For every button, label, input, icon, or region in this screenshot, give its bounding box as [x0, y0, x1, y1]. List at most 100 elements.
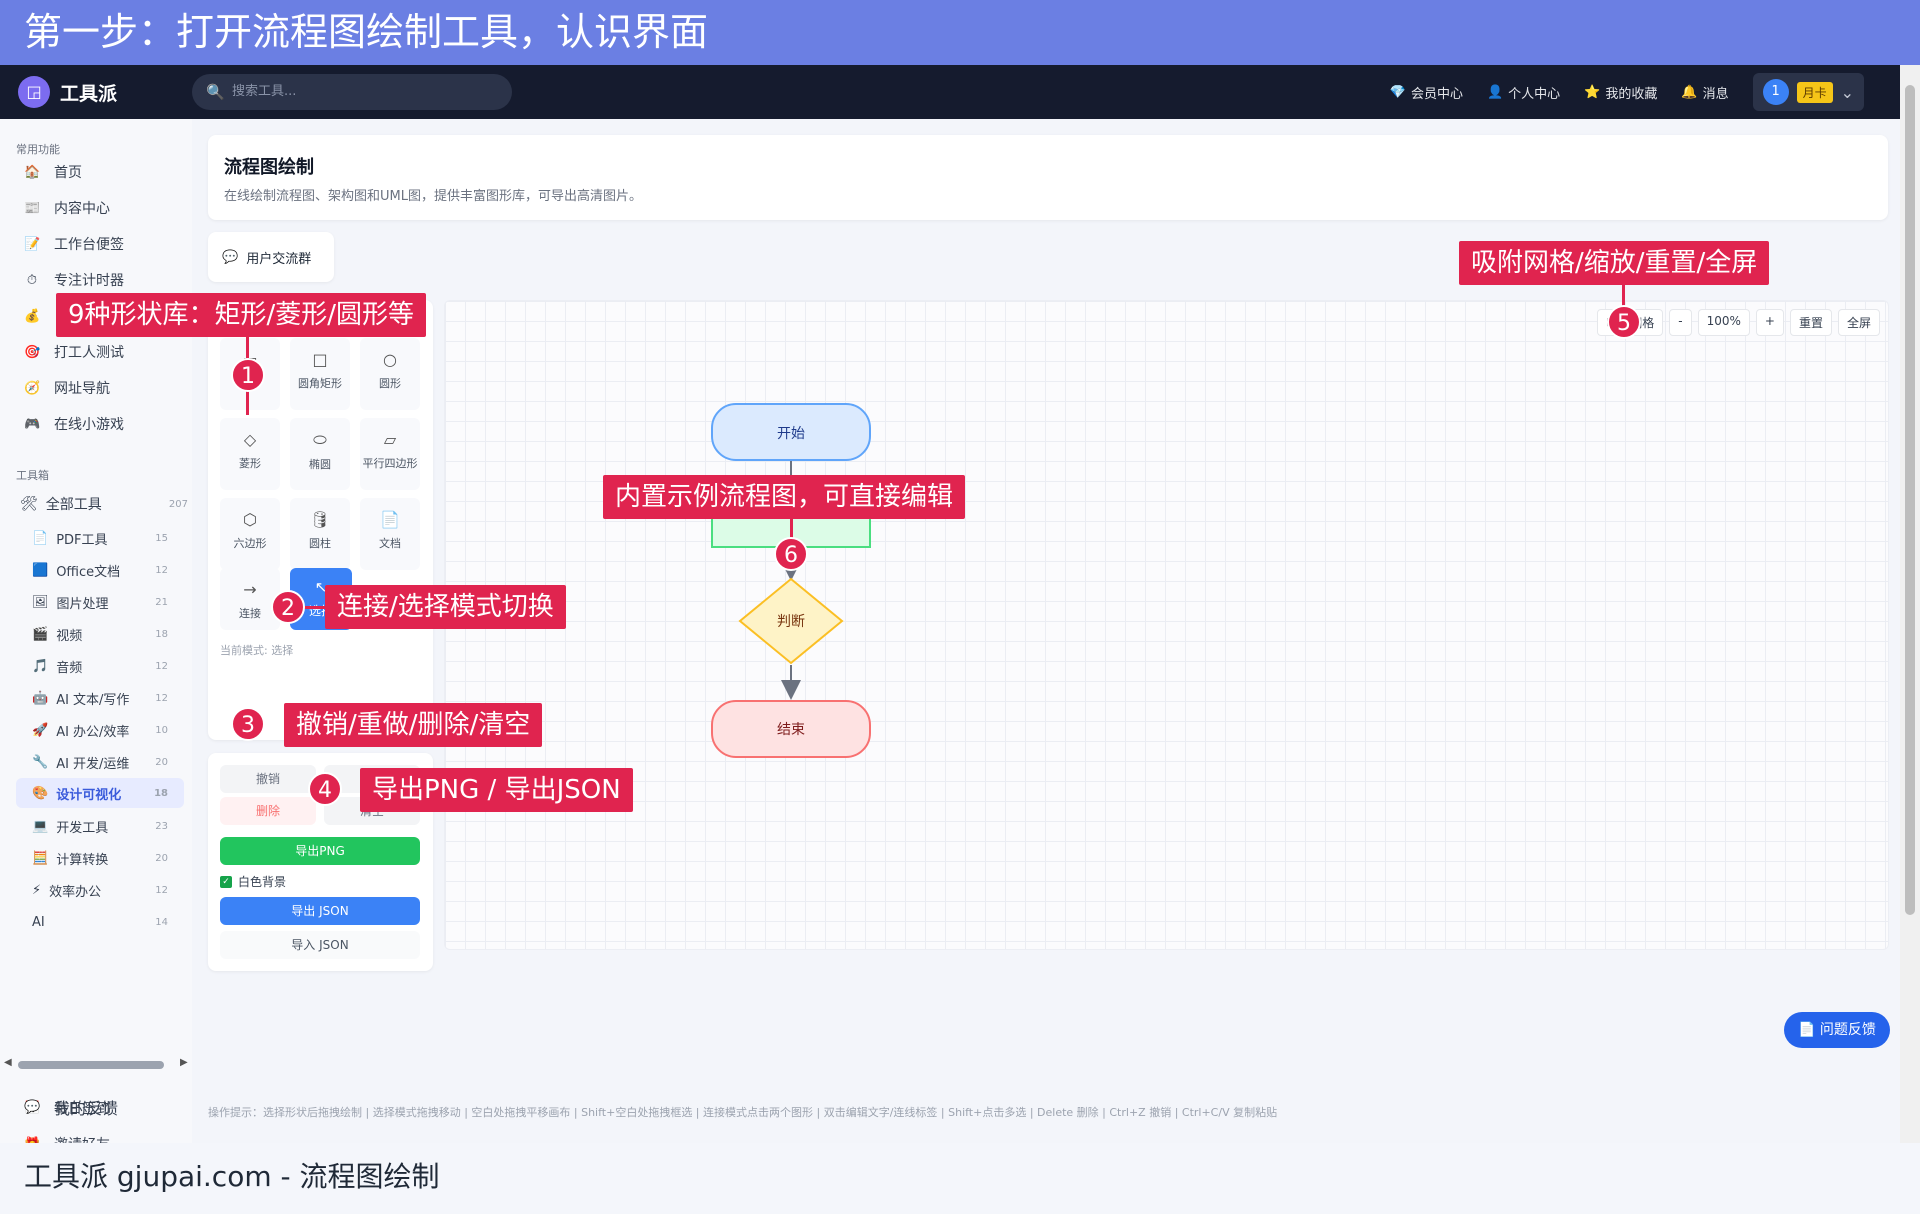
sidebar-item-money[interactable]: 💰	[24, 303, 54, 329]
sidebar-tool-office[interactable]: 🟦 Office文档 12	[32, 559, 168, 581]
community-button[interactable]: 💬 用户交流群	[208, 232, 334, 282]
nav-link-label: 我的收藏	[1605, 86, 1658, 102]
flow-node-end-label: 结束	[777, 722, 805, 738]
sidebar-tool-audio[interactable]: 🎵 音频 12	[32, 655, 168, 677]
tool-count: 12	[155, 660, 168, 672]
mode-label: 连接	[239, 607, 261, 620]
shape-hexagon[interactable]: ⬡ 六边形	[220, 498, 280, 570]
operation-hint: 操作提示：选择形状后拖拽绘制 | 选择模式拖拽移动 | 空白处拖拽平移画布 | …	[208, 1106, 1278, 1119]
scrollbar-thumb[interactable]	[18, 1061, 164, 1069]
sidebar-item-label: 设计可视化	[56, 787, 122, 803]
nav-link-messages[interactable]: 🔔 消息	[1681, 83, 1728, 102]
white-bg-label: 白色背景	[238, 875, 287, 889]
flowchart-canvas[interactable]: 吸附网格 - 100% + 重置 全屏 开始 判断 结束	[444, 300, 1889, 950]
gamepad-icon: 🎮	[24, 416, 41, 432]
sidebar-tool-ai-office[interactable]: 🚀 AI 办公/效率 10	[32, 719, 168, 741]
lightning-icon: ⚡	[32, 882, 42, 898]
nav-link-profile[interactable]: 👤 个人中心	[1487, 83, 1560, 102]
checkbox-checked-icon[interactable]: ✓	[220, 875, 232, 888]
shape-ellipse[interactable]: ⬭ 椭圆	[290, 418, 350, 490]
page-scrollbar[interactable]	[1900, 65, 1920, 1143]
export-json-button[interactable]: 导出 JSON	[220, 897, 420, 925]
sidebar-tool-dev[interactable]: 💻 开发工具 23	[32, 815, 168, 837]
palette-icon: 🎨	[32, 785, 49, 801]
nav-link-favorites[interactable]: ⭐ 我的收藏	[1584, 83, 1657, 102]
callout-shapes: 9种形状库：矩形/菱形/圆形等	[56, 293, 427, 337]
page-title: 流程图绘制	[224, 157, 314, 178]
ellipse-icon: ⬭	[313, 430, 327, 449]
search-placeholder: 搜索工具...	[232, 84, 297, 99]
sidebar-item-label: 全部工具	[45, 497, 102, 513]
export-png-button[interactable]: 导出PNG	[220, 837, 420, 865]
sidebar-item-all-tools[interactable]: 🛠 全部工具 207	[20, 493, 188, 515]
scroll-right-icon[interactable]: ▶	[180, 1057, 188, 1068]
undo-button[interactable]: 撤销	[220, 765, 316, 793]
logo-icon[interactable]: ◲	[18, 76, 50, 108]
mode-connect-button[interactable]: → 连接	[220, 568, 280, 630]
sidebar-tool-ai-writing[interactable]: 🤖 AI 文本/写作 12	[32, 687, 168, 709]
delete-button[interactable]: 删除	[220, 797, 316, 825]
user-menu[interactable]: 1 月卡 ⌄	[1752, 73, 1864, 111]
import-json-button[interactable]: 导入 JSON	[220, 931, 420, 959]
shape-document[interactable]: 📄 文档	[360, 498, 420, 570]
shape-label: 文档	[379, 537, 401, 550]
sidebar-tool-video[interactable]: 🎬 视频 18	[32, 623, 168, 645]
sidebar-item-timer[interactable]: ⏱ 专注计时器	[24, 267, 124, 293]
sidebar-tool-ai-dev[interactable]: 🔧 AI 开发/运维 20	[32, 751, 168, 773]
office-icon: 🟦	[32, 562, 49, 578]
rocket-icon: 🚀	[32, 722, 49, 738]
shape-parallelogram[interactable]: ▱ 平行四边形	[360, 418, 420, 490]
shape-circle[interactable]: ○ 圆形	[360, 338, 420, 410]
wrench-icon: 🔧	[32, 754, 49, 770]
sidebar-tool-design[interactable]: 🎨 设计可视化 18	[16, 778, 184, 808]
sidebar-item-label: AI 开发/运维	[56, 756, 130, 772]
target-icon: 🎯	[24, 344, 41, 360]
feedback-button[interactable]: 📄 问题反馈	[1784, 1012, 1890, 1048]
callout-edit-actions: 撤销/重做/删除/清空	[284, 703, 543, 747]
logo-text[interactable]: 工具派	[60, 79, 117, 106]
shape-label: 菱形	[239, 457, 261, 470]
news-icon: 📰	[24, 200, 41, 216]
callout-sample-flow: 内置示例流程图，可直接编辑	[603, 475, 966, 519]
sidebar-item-content[interactable]: 📰 内容中心	[24, 195, 110, 221]
sidebar-item-invite[interactable]: 🎁邀请好友	[24, 1131, 110, 1144]
sidebar-item-url-nav[interactable]: 🧭 网址导航	[24, 375, 110, 401]
white-bg-option[interactable]: ✓ 白色背景	[220, 873, 286, 890]
shape-rounded-rectangle[interactable]: □ 圆角矩形	[290, 338, 350, 410]
sidebar-item-worker-test[interactable]: 🎯 打工人测试	[24, 339, 124, 365]
cylinder-icon: 🛢	[309, 510, 331, 529]
money-bag-icon: 💰	[24, 308, 41, 324]
nav-link-member[interactable]: 💎 会员中心	[1390, 83, 1463, 102]
sidebar-item-home[interactable]: 🏠 首页	[24, 159, 82, 185]
robot-icon: 🤖	[32, 690, 49, 706]
sidebar-tool-efficiency[interactable]: ⚡ 效率办公 12	[32, 879, 168, 901]
scroll-left-icon[interactable]: ◀	[4, 1057, 12, 1068]
sidebar-item-notes[interactable]: 📝 工作台便签	[24, 231, 124, 257]
sidebar-item-label: 首页	[54, 165, 82, 181]
rounded-rectangle-icon: □	[312, 350, 328, 369]
sidebar-tool-ai[interactable]: AI 14	[32, 911, 168, 933]
shape-label: 圆形	[379, 377, 401, 390]
sidebar-item-label: 效率办公	[49, 884, 102, 900]
callout-number: 5	[1607, 305, 1641, 339]
sidebar-item-games[interactable]: 🎮 在线小游戏	[24, 411, 124, 437]
search-input[interactable]: 🔍 搜索工具...	[192, 74, 512, 110]
callout-number: 2	[271, 590, 305, 624]
sidebar-tool-image[interactable]: 🖼 图片处理 21	[32, 591, 168, 613]
hexagon-icon: ⬡	[243, 510, 257, 529]
sidebar-h-scrollbar[interactable]: ◀ ▶	[4, 1057, 188, 1071]
chat-icon: 💬	[24, 1099, 41, 1115]
document-icon: 📄	[380, 510, 400, 529]
sidebar-item-feedback[interactable]: 💬 我的反馈	[24, 1094, 118, 1120]
tool-count: 10	[155, 724, 168, 736]
tutorial-footer: 工具派 gjupai.com - 流程图绘制	[0, 1143, 1920, 1214]
callout-number: 6	[774, 537, 808, 571]
sidebar-tool-pdf[interactable]: 📄 PDF工具 15	[32, 527, 168, 549]
tool-count: 14	[155, 916, 168, 928]
shape-cylinder[interactable]: 🛢 圆柱	[290, 498, 350, 570]
sidebar-tool-calc[interactable]: 🧮 计算转换 20	[32, 847, 168, 869]
scrollbar-thumb[interactable]	[1905, 85, 1915, 915]
sidebar-item-label: PDF工具	[56, 532, 108, 548]
compass-icon: 🧭	[24, 380, 41, 396]
shape-diamond[interactable]: ◇ 菱形	[220, 418, 280, 490]
